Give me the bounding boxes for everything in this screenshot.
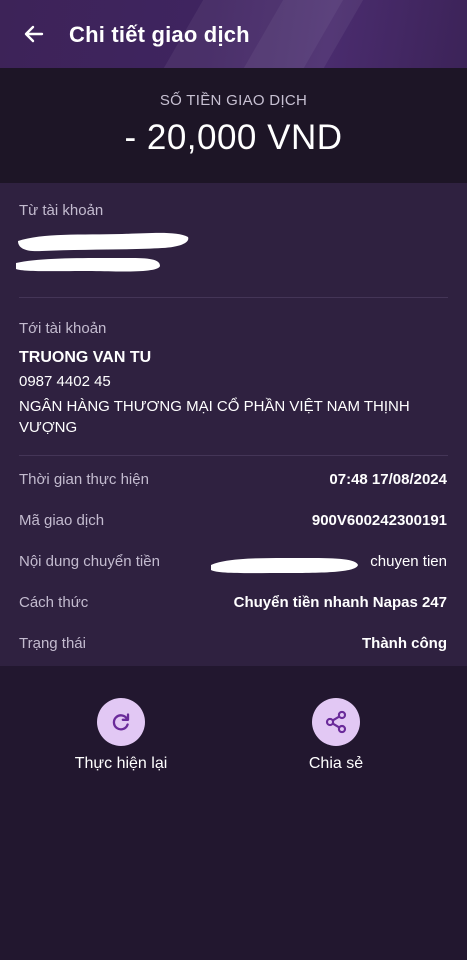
- back-arrow-icon: [24, 25, 44, 43]
- share-label: Chia sẻ: [308, 755, 364, 772]
- repeat-transaction-label: Thực hiện lại: [74, 755, 168, 772]
- header-bar: Chi tiết giao dịch: [0, 0, 467, 68]
- method-value: Chuyển tiền nhanh Napas 247: [233, 594, 447, 611]
- repeat-icon-circle: [97, 698, 145, 746]
- transfer-note-label: Nội dung chuyển tiền: [19, 553, 160, 570]
- recipient-account-number: 0987 4402 45: [19, 373, 111, 390]
- method-label: Cách thức: [19, 594, 89, 611]
- redacted-transfer-note: [211, 557, 358, 574]
- page-title: Chi tiết giao dịch: [69, 22, 250, 47]
- to-account-label: Tới tài khoản: [19, 320, 107, 337]
- share-icon-circle: [312, 698, 360, 746]
- status-label: Trạng thái: [19, 635, 86, 652]
- transfer-note-value: chuyen tien: [370, 553, 447, 570]
- divider: [19, 455, 448, 456]
- status-value: Thành công: [362, 635, 447, 652]
- recipient-name: TRUONG VAN TU: [19, 349, 152, 366]
- redacted-from-account: [16, 232, 189, 272]
- transaction-id-label: Mã giao dịch: [19, 512, 105, 529]
- time-value: 07:48 17/08/2024: [329, 471, 447, 488]
- transaction-id-value: 900V600242300191: [311, 512, 447, 529]
- actions-area: Thực hiện lại Chia sẻ: [0, 666, 467, 960]
- recipient-bank-name: NGÂN HÀNG THƯƠNG MẠI CỔ PHẦN VIỆT NAM TH…: [19, 398, 410, 436]
- transaction-details-card: Từ tài khoản Tới tài khoản TRUONG VAN TU…: [0, 183, 467, 666]
- share-button[interactable]: Chia sẻ: [290, 698, 382, 773]
- amount-label: SỐ TIỀN GIAO DỊCH: [159, 92, 308, 109]
- from-account-label: Từ tài khoản: [19, 202, 104, 219]
- refresh-icon: [112, 713, 130, 731]
- amount-section: SỐ TIỀN GIAO DỊCH - 20,000 VND: [0, 68, 467, 183]
- divider: [19, 297, 448, 298]
- share-icon: [325, 710, 347, 734]
- time-label: Thời gian thực hiện: [19, 471, 149, 488]
- back-button[interactable]: [18, 20, 50, 48]
- amount-value: - 20,000 VND: [124, 118, 343, 157]
- repeat-transaction-button[interactable]: Thực hiện lại: [58, 698, 184, 773]
